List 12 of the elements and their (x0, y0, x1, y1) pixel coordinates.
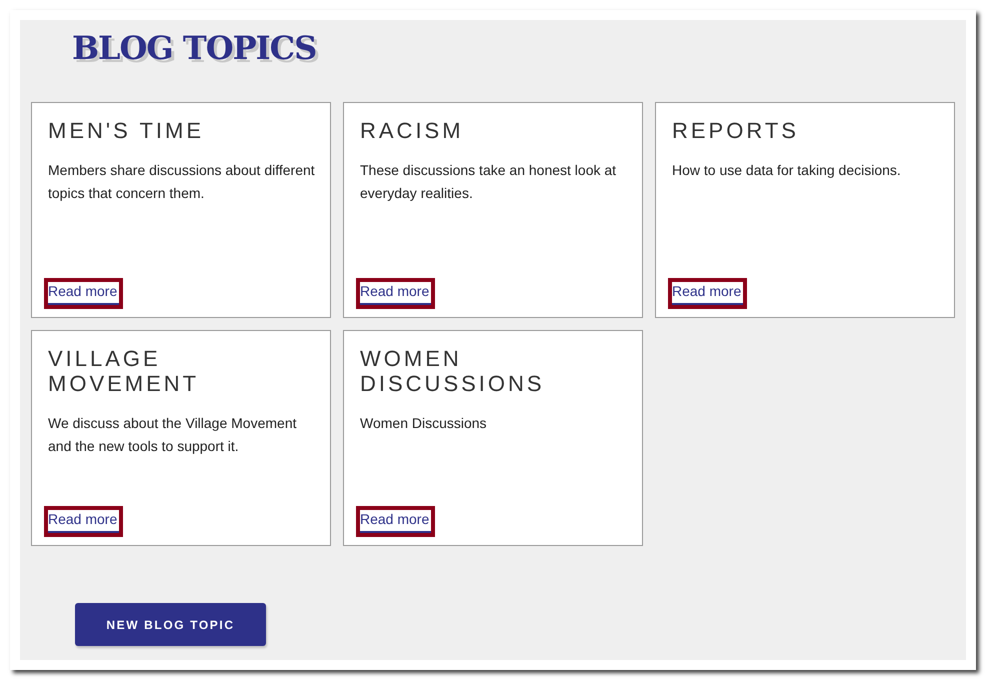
card-description: How to use data for taking decisions. (672, 161, 902, 180)
card-description: These discussions take an honest look at everyday realities. (360, 161, 618, 203)
page-title: BLOG TOPICS (72, 28, 316, 68)
new-blog-topic-button[interactable]: NEW BLOG TOPIC (75, 603, 266, 646)
card-title: MEN'S TIME (48, 118, 206, 143)
card-description: Women Discussions (360, 414, 488, 433)
card-title: REPORTS (672, 118, 800, 143)
card-title: VILLAGE MOVEMENT (48, 346, 200, 396)
card-description: We discuss about the Village Movement and the new tools to support it. (48, 414, 298, 456)
card-title: WOMEN DISCUSSIONS (360, 346, 546, 396)
card-description: Members share discussions about different topics that concern them. (48, 161, 316, 203)
card-title: RACISM (360, 118, 465, 143)
